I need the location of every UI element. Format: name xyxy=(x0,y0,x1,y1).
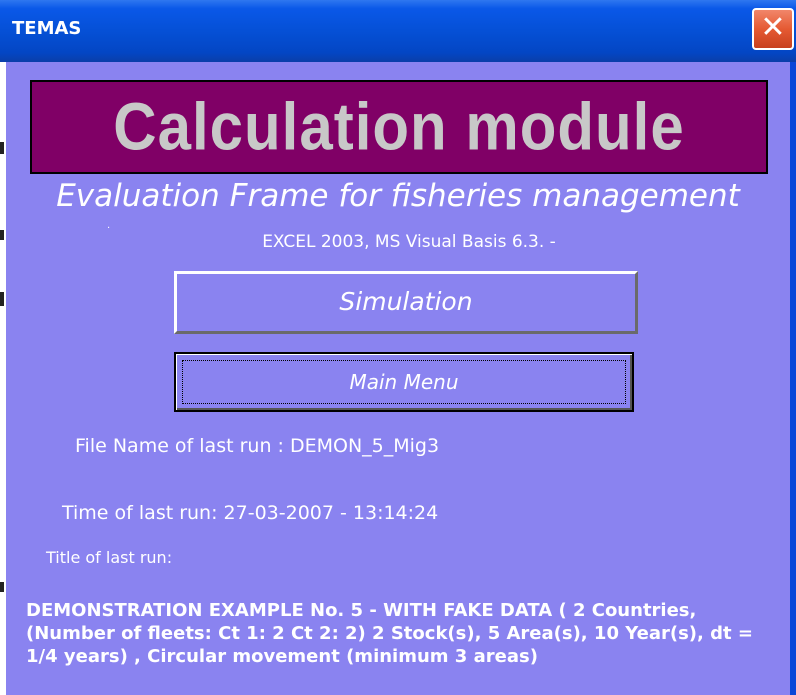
simulation-button-label: Simulation xyxy=(339,287,473,316)
last-run-file-name: File Name of last run : DEMON_5_Mig3 xyxy=(75,435,440,457)
window-title: TEMAS xyxy=(12,18,82,39)
main-menu-button[interactable]: Main Menu xyxy=(174,352,634,412)
main-menu-button-label: Main Menu xyxy=(349,370,459,394)
dialog-client-area: Calculation module Evaluation Frame for … xyxy=(6,62,790,695)
subtitle: Evaluation Frame for fisheries managemen… xyxy=(56,178,740,214)
version-text: EXCEL 2003, MS Visual Basis 6.3. - xyxy=(262,232,556,252)
close-button[interactable]: ✕ xyxy=(752,8,794,50)
last-run-description: DEMONSTRATION EXAMPLE No. 5 - WITH FAKE … xyxy=(26,600,753,667)
last-run-title-label: Title of last run: xyxy=(46,548,173,567)
banner-title: Calculation module xyxy=(113,88,685,164)
module-banner: Calculation module xyxy=(30,80,768,174)
title-bar[interactable]: TEMAS ✕ xyxy=(0,0,796,62)
close-icon: ✕ xyxy=(760,10,786,45)
simulation-button[interactable]: Simulation xyxy=(174,271,638,334)
last-run-time: Time of last run: 27-03-2007 - 13:14:24 xyxy=(62,502,439,524)
temas-window: TEMAS ✕ Calculation module Evaluation Fr… xyxy=(0,0,796,695)
